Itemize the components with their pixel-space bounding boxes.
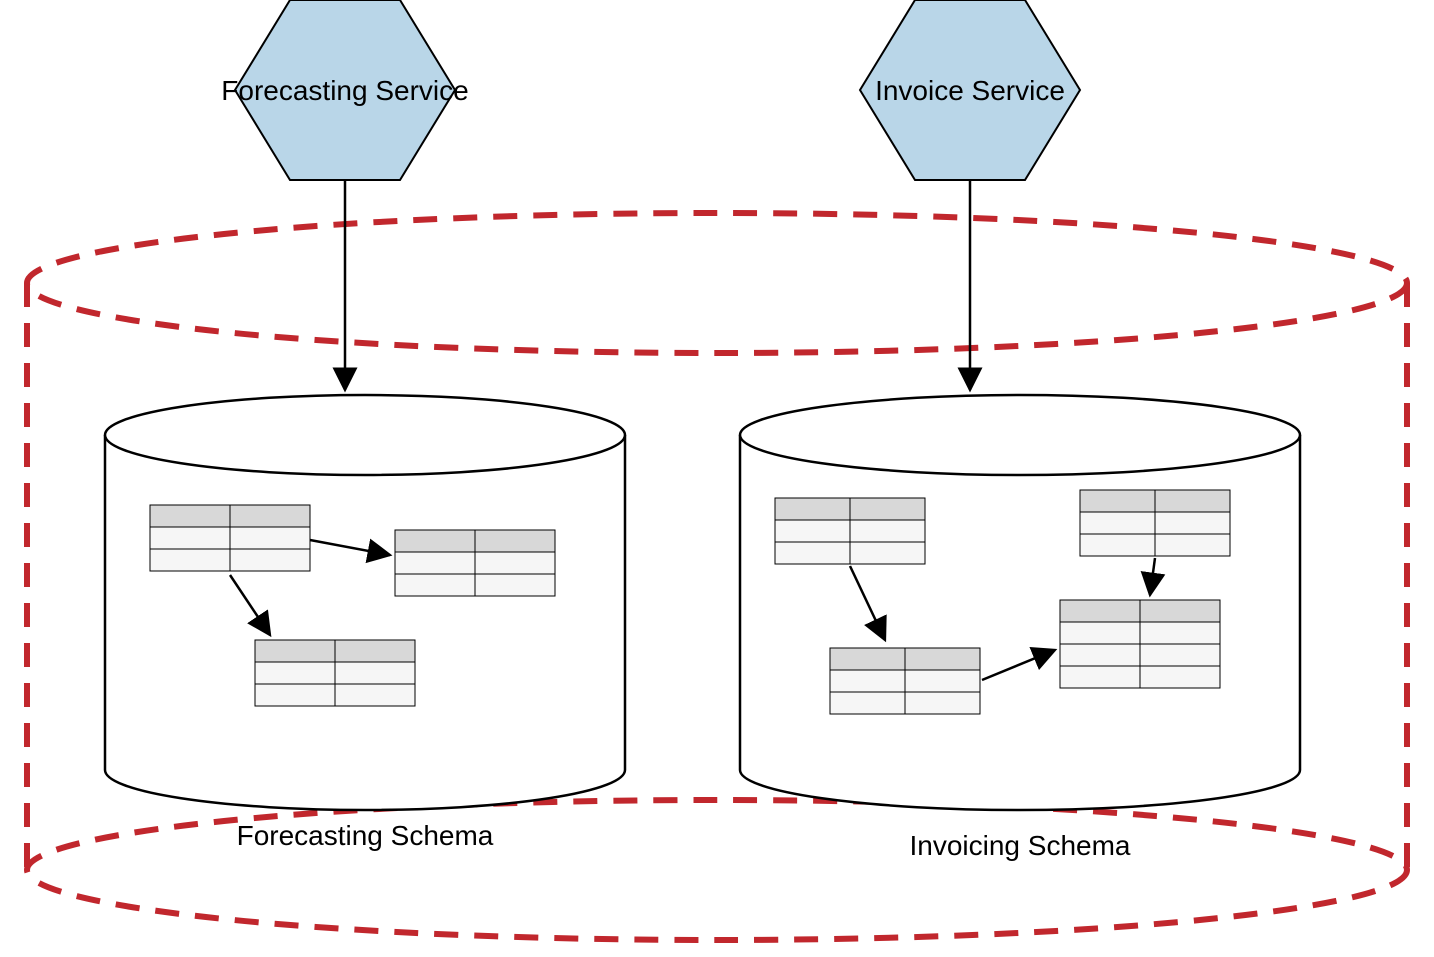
invoice-service-node: Invoice Service bbox=[860, 0, 1080, 180]
table-icon bbox=[395, 530, 555, 596]
architecture-diagram: Forecasting Service Invoice Service bbox=[0, 0, 1434, 957]
table-icon bbox=[255, 640, 415, 706]
forecasting-schema-cylinder: Forecasting Schema bbox=[105, 395, 625, 851]
invoicing-schema-label: Invoicing Schema bbox=[909, 830, 1130, 861]
forecasting-service-node: Forecasting Service bbox=[221, 0, 468, 180]
invoice-service-label: Invoice Service bbox=[875, 75, 1065, 106]
invoicing-schema-cylinder: Invoicing Schema bbox=[740, 395, 1300, 861]
forecasting-schema-label: Forecasting Schema bbox=[237, 820, 494, 851]
forecasting-service-label: Forecasting Service bbox=[221, 75, 468, 106]
table-icon bbox=[775, 498, 925, 564]
table-icon bbox=[830, 648, 980, 714]
table-icon bbox=[1080, 490, 1230, 556]
table-icon bbox=[1060, 600, 1220, 688]
table-icon bbox=[150, 505, 310, 571]
